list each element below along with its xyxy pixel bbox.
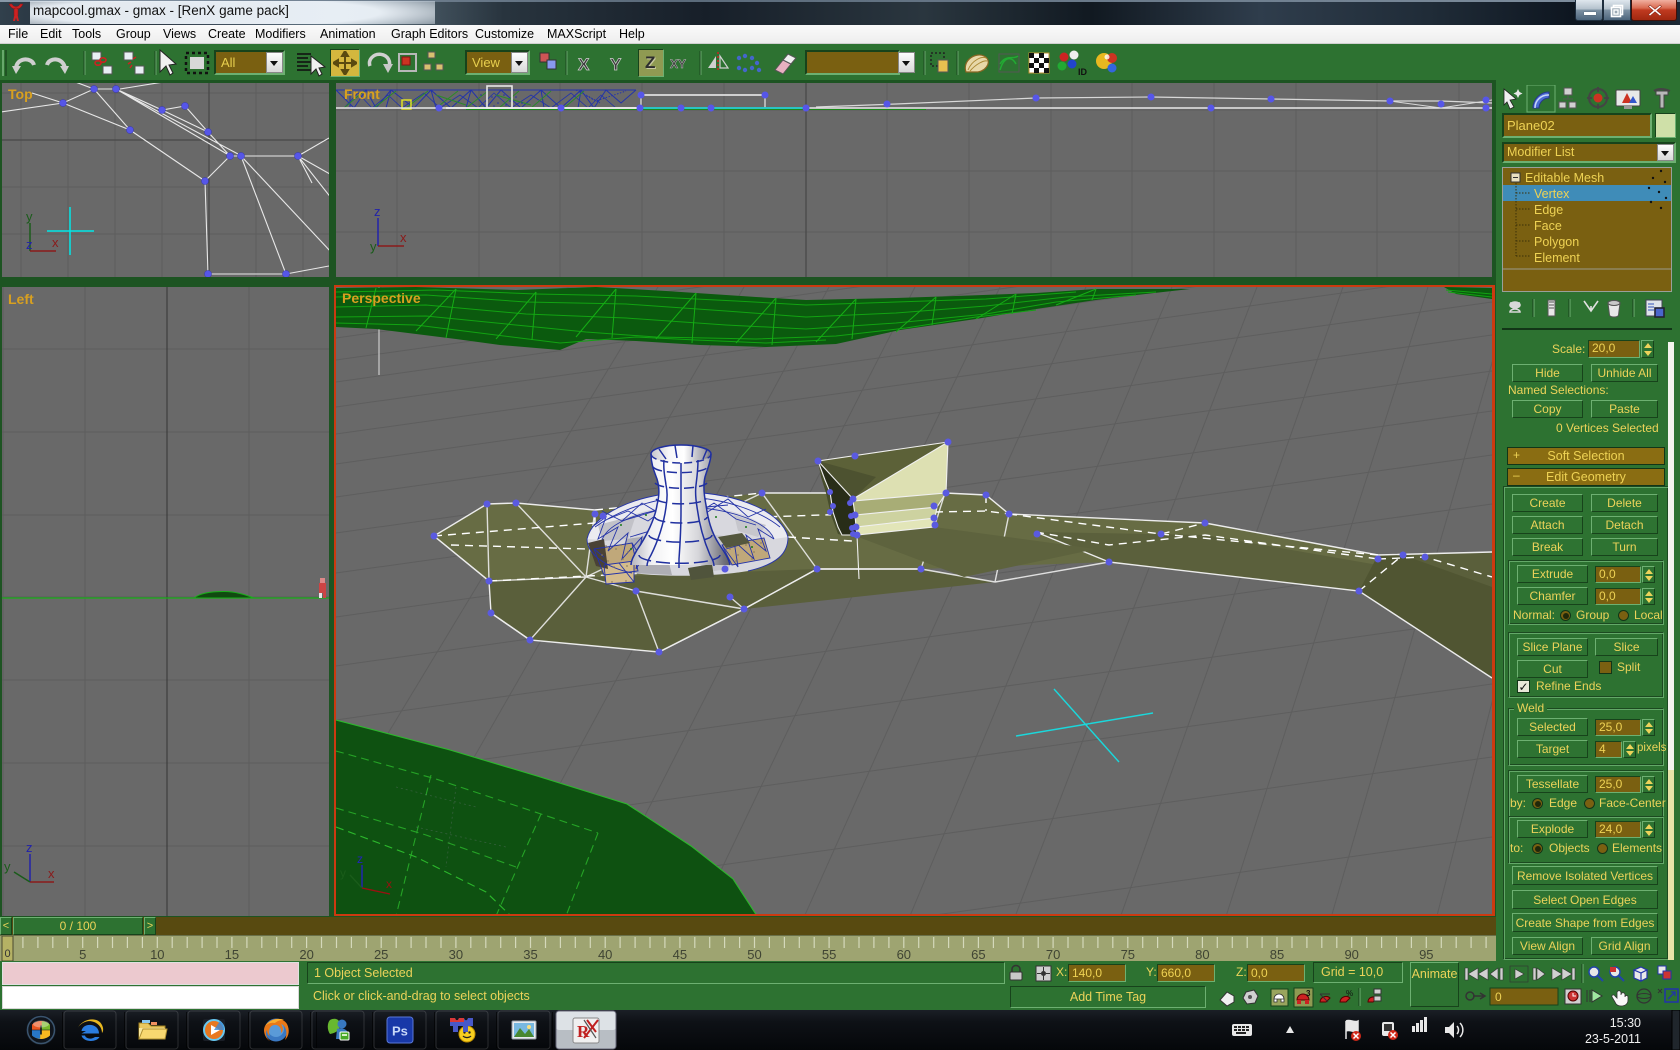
svg-text:y: y [4,859,11,874]
svg-text:z: z [26,840,33,855]
svg-text:Front: Front [344,86,380,102]
svg-text:75: 75 [1121,947,1135,962]
svg-text:Face: Face [1534,219,1562,233]
svg-text:z: z [374,204,381,219]
svg-text:x: x [386,877,392,891]
svg-text:3: 3 [1306,989,1311,998]
svg-text:%: % [1346,989,1353,998]
svg-text:55: 55 [822,947,836,962]
svg-text:x: x [400,230,407,245]
svg-text:40: 40 [598,947,612,962]
svg-text:Top: Top [8,86,33,102]
svg-text:0: 0 [4,948,10,960]
svg-text:23-5-2011: 23-5-2011 [1585,1032,1641,1046]
svg-text:z: z [26,237,33,252]
svg-text:60: 60 [897,947,911,962]
svg-text:0: 0 [1495,990,1502,1004]
svg-text:85: 85 [1270,947,1284,962]
svg-text:x: x [52,235,59,250]
svg-text:70: 70 [1046,947,1060,962]
svg-text:30: 30 [449,947,463,962]
svg-text:Y: Y [610,55,622,74]
svg-text:z: z [357,852,363,866]
svg-text:Edge: Edge [1534,203,1563,217]
svg-text:y: y [340,866,346,880]
svg-text:45: 45 [673,947,687,962]
svg-text:x: x [48,866,55,881]
svg-text:25: 25 [374,947,388,962]
svg-text:Element: Element [1534,251,1580,265]
svg-text:Editable Mesh: Editable Mesh [1525,171,1604,185]
svg-text:10: 10 [150,947,164,962]
svg-text:Perspective: Perspective [342,290,421,306]
svg-text:65: 65 [971,947,985,962]
svg-text:5: 5 [79,947,86,962]
svg-text:Ps: Ps [392,1024,408,1039]
svg-text:20: 20 [299,947,313,962]
svg-text:X: X [578,55,590,74]
svg-text:Left: Left [8,291,34,307]
svg-text:y: y [26,209,33,224]
svg-text:80: 80 [1195,947,1209,962]
svg-text:50: 50 [747,947,761,962]
svg-text:95: 95 [1419,947,1433,962]
svg-text:15:30: 15:30 [1610,1016,1641,1030]
svg-text:15: 15 [225,947,239,962]
svg-text:Polygon: Polygon [1534,235,1579,249]
svg-text:y: y [370,239,377,254]
svg-text:35: 35 [523,947,537,962]
svg-text:XY: XY [670,57,686,71]
svg-text:90: 90 [1344,947,1358,962]
svg-text:ID: ID [1078,67,1088,77]
svg-text:Vertex: Vertex [1534,187,1570,201]
